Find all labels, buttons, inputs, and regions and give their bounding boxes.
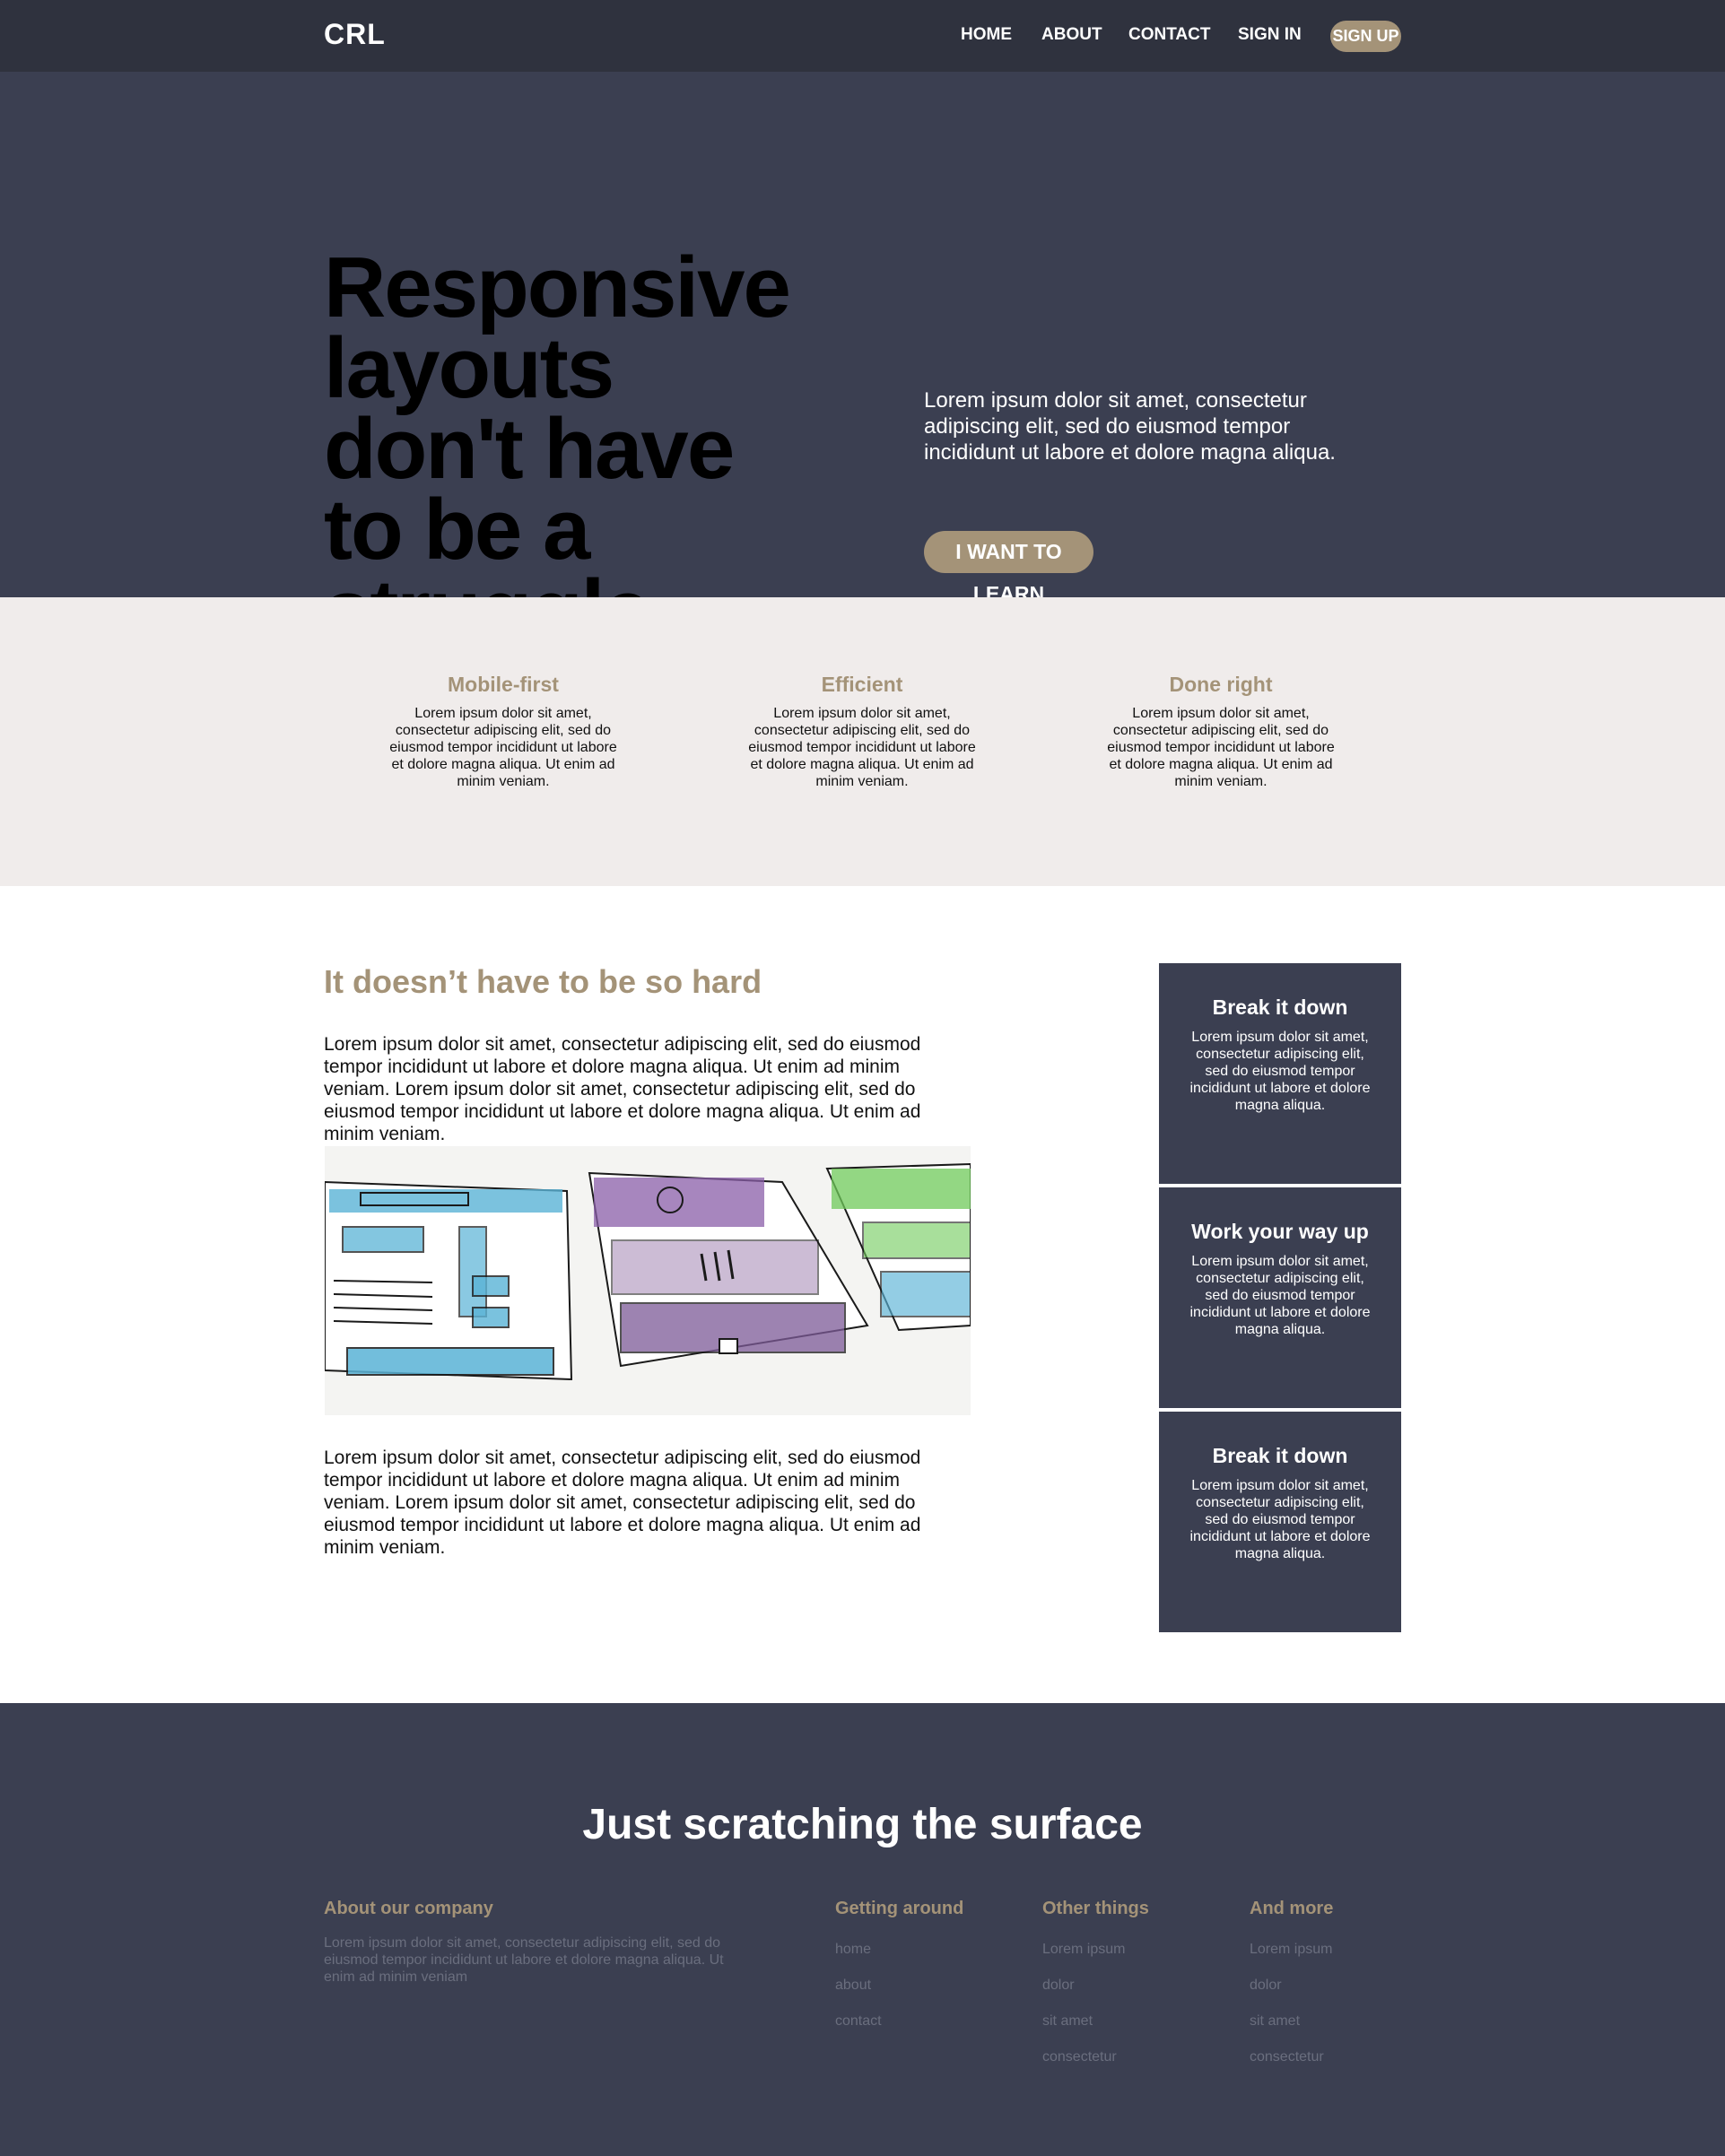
top-navbar: CRL HOME ABOUT CONTACT SIGN IN SIGN UP [0, 0, 1725, 72]
card-work-your-way-up: Work your way up Lorem ipsum dolor sit a… [1159, 1187, 1401, 1408]
footer-and-more-title: And more [1250, 1899, 1334, 1918]
sketch-illustration [325, 1146, 971, 1415]
footer-link-contact[interactable]: contact [835, 2013, 882, 2030]
learn-button[interactable]: I WANT TO LEARN [924, 531, 1093, 605]
card-text: Lorem ipsum dolor sit amet, consectetur … [1189, 1478, 1371, 1561]
nav-home-link[interactable]: HOME [961, 25, 1012, 45]
footer-about-title: About our company [324, 1899, 493, 1918]
feature-title: Efficient [821, 673, 903, 696]
hero-text: Lorem ipsum dolor sit amet, consectetur … [924, 388, 1336, 465]
footer-link-about[interactable]: about [835, 1978, 871, 1994]
footer-about-text: Lorem ipsum dolor sit amet, consectetur … [324, 1935, 724, 1985]
footer-link[interactable]: consectetur [1042, 2049, 1117, 2065]
feature-mobile-first: Mobile-first Lorem ipsum dolor sit amet,… [382, 673, 624, 790]
footer-heading: Just scratching the surface [582, 1801, 1143, 1848]
feature-title: Done right [1169, 673, 1273, 696]
feature-title: Mobile-first [448, 673, 559, 696]
card-break-it-down-2: Break it down Lorem ipsum dolor sit amet… [1159, 1412, 1401, 1632]
footer: Just scratching the surface About our co… [0, 1703, 1725, 2156]
footer-other-things-title: Other things [1042, 1899, 1149, 1918]
card-text: Lorem ipsum dolor sit amet, consectetur … [1189, 1254, 1371, 1337]
card-break-it-down: Break it down Lorem ipsum dolor sit amet… [1159, 963, 1401, 1184]
nav-contact-link[interactable]: CONTACT [1128, 25, 1210, 45]
footer-link[interactable]: consectetur [1250, 2049, 1324, 2065]
hero-section: Responsive layouts don't have to be a st… [0, 72, 1725, 654]
card-title: Break it down [1212, 995, 1348, 1019]
footer-link[interactable]: Lorem ipsum [1250, 1942, 1332, 1958]
features-section: Mobile-first Lorem ipsum dolor sit amet,… [0, 597, 1725, 886]
feature-text: Lorem ipsum dolor sit amet, consectetur … [748, 706, 976, 789]
feature-efficient: Efficient Lorem ipsum dolor sit amet, co… [741, 673, 983, 790]
hero-title: Responsive layouts don't have to be a st… [324, 239, 791, 654]
card-title: Work your way up [1191, 1220, 1369, 1243]
nav-signin-link[interactable]: SIGN IN [1238, 25, 1302, 45]
main-paragraph-1: Lorem ipsum dolor sit amet, consectetur … [324, 1034, 921, 1144]
footer-link-home[interactable]: home [835, 1942, 871, 1958]
footer-link[interactable]: sit amet [1250, 2013, 1300, 2030]
footer-link[interactable]: dolor [1042, 1978, 1075, 1994]
main-paragraph-2: Lorem ipsum dolor sit amet, consectetur … [324, 1447, 921, 1558]
footer-getting-around-title: Getting around [835, 1899, 964, 1918]
main-heading: It doesn’t have to be so hard [324, 963, 762, 1000]
card-title: Break it down [1212, 1444, 1348, 1467]
wireframe-sketch-image [325, 1146, 971, 1415]
feature-done-right: Done right Lorem ipsum dolor sit amet, c… [1100, 673, 1342, 790]
signup-button[interactable]: SIGN UP [1330, 21, 1401, 52]
feature-text: Lorem ipsum dolor sit amet, consectetur … [389, 706, 617, 789]
feature-text: Lorem ipsum dolor sit amet, consectetur … [1107, 706, 1335, 789]
footer-link[interactable]: dolor [1250, 1978, 1282, 1994]
footer-link[interactable]: Lorem ipsum [1042, 1942, 1125, 1958]
card-text: Lorem ipsum dolor sit amet, consectetur … [1189, 1030, 1371, 1113]
nav-about-link[interactable]: ABOUT [1041, 25, 1102, 45]
logo[interactable]: CRL [324, 18, 386, 51]
footer-link[interactable]: sit amet [1042, 2013, 1093, 2030]
